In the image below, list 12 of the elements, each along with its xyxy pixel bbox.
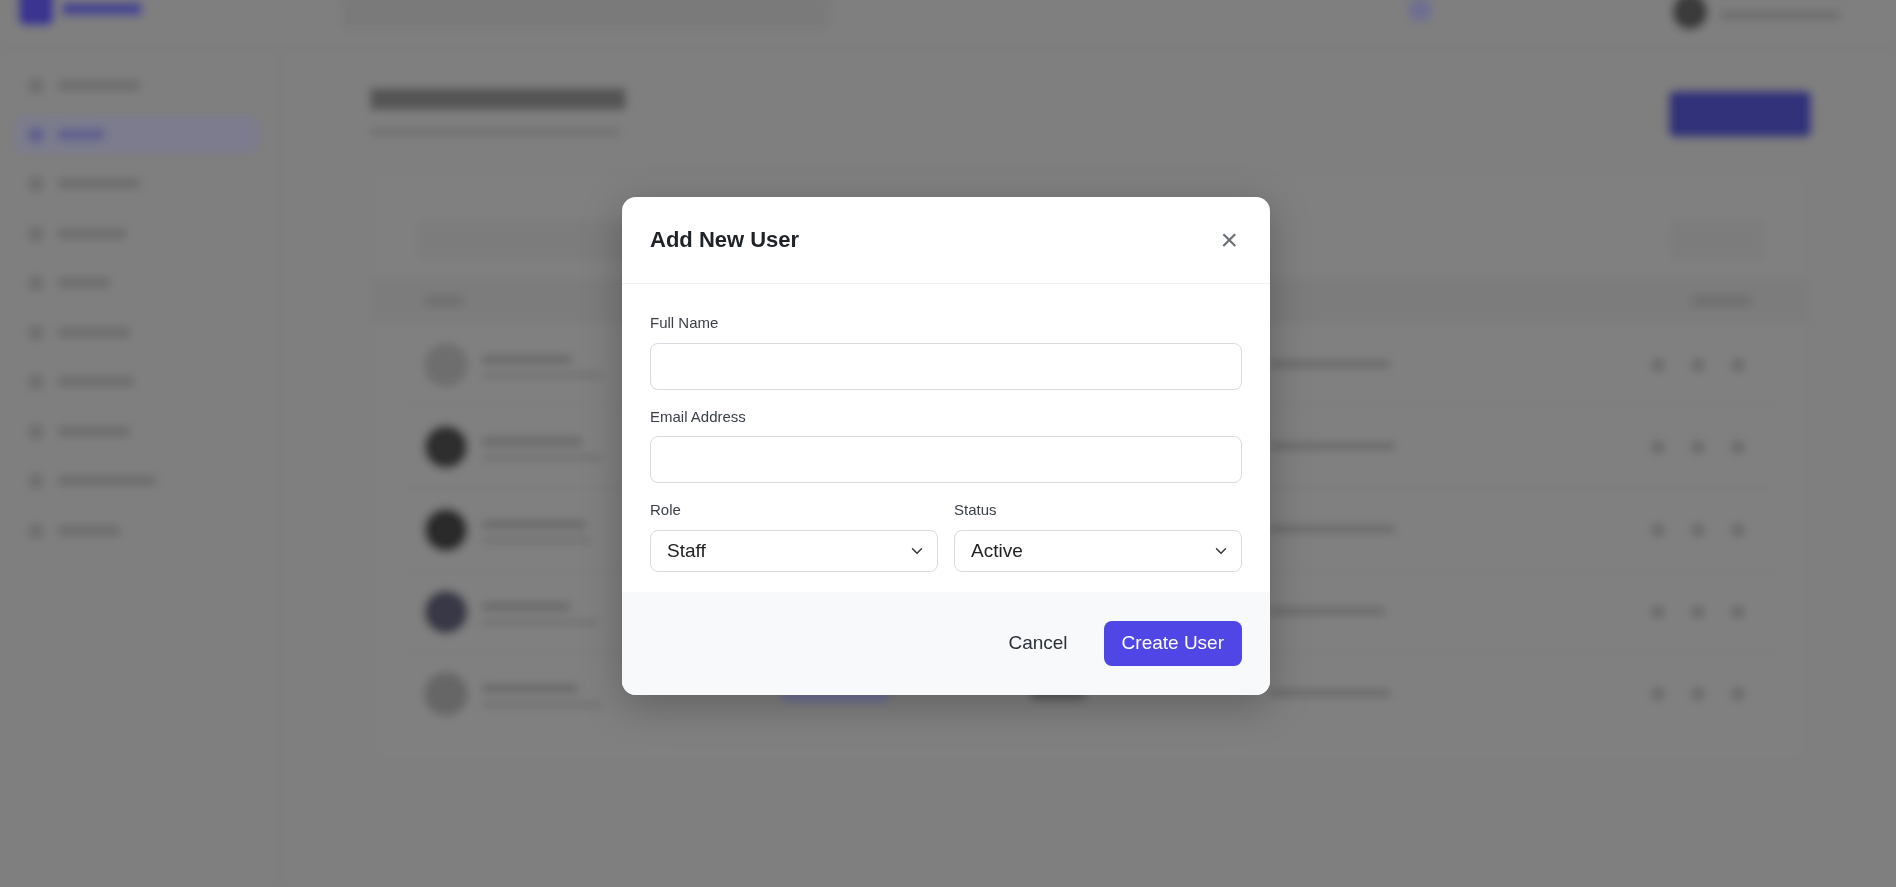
select-field[interactable]: Active xyxy=(954,529,1242,572)
input-field[interactable] xyxy=(650,436,1242,483)
cancel-button[interactable]: Cancel xyxy=(992,620,1084,666)
field-label: Role xyxy=(650,500,682,520)
modal-title: Add New User xyxy=(650,226,800,254)
field-label: Full Name xyxy=(650,313,720,333)
field-label: Status xyxy=(954,500,998,520)
input-field[interactable] xyxy=(650,342,1242,390)
field-label: Email Address xyxy=(650,406,747,427)
close-button[interactable]: × xyxy=(1216,225,1242,255)
create-button[interactable]: Create User xyxy=(1103,620,1242,666)
select-field[interactable]: Staff xyxy=(650,529,938,572)
